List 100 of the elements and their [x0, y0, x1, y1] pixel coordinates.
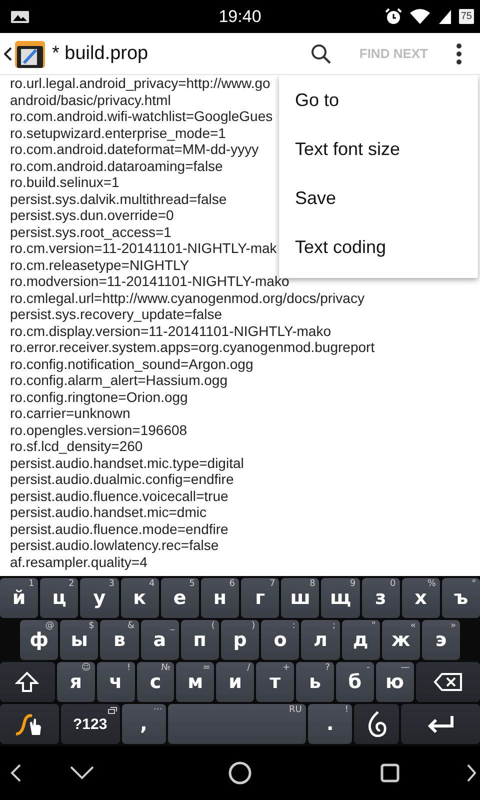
home-icon[interactable]: [228, 761, 252, 785]
key-hint: +: [282, 663, 290, 673]
keyboard-key[interactable]: с №: [136, 662, 174, 702]
keyboard-key[interactable]: ц 2: [40, 578, 78, 618]
key-hint: -: [366, 663, 370, 673]
wifi-icon: [408, 8, 431, 25]
key-hint: %: [427, 579, 436, 589]
keyboard-key[interactable]: ы $: [60, 620, 98, 660]
keyboard-key[interactable]: з 0: [362, 578, 400, 618]
key-hint: =: [202, 663, 210, 673]
recents-icon[interactable]: [380, 763, 400, 783]
keyboard-key[interactable]: ч !: [96, 662, 135, 702]
text-line: ro.opengles.version=196608: [10, 422, 188, 438]
keyboard-key[interactable]: е 5: [160, 578, 199, 618]
text-line: ro.config.ringtone=Orion.ogg: [10, 388, 188, 405]
key-hint: 6: [229, 579, 236, 589]
text-line: ro.carrier=unknown: [10, 405, 130, 422]
text-line: ro.setupwizard.enterprise_mode=1: [10, 124, 226, 141]
clock-time: 19:40: [218, 6, 262, 26]
chevron-down-icon[interactable]: [70, 766, 94, 780]
swipe-key[interactable]: [0, 704, 59, 744]
key-hint: (: [211, 621, 215, 631]
keyboard-key[interactable]: у 3: [80, 578, 119, 618]
image-icon: [10, 10, 30, 24]
text-line: ro.config.notification_sound=Argon.ogg: [10, 356, 254, 372]
file-title: * build.prop: [52, 42, 148, 64]
comma-key[interactable]: , ···: [122, 704, 166, 744]
key-hint: ☺: [81, 663, 91, 673]
key-hint: »: [450, 621, 456, 631]
menu-item[interactable]: Text font size: [279, 125, 478, 174]
keyboard-key[interactable]: т +: [256, 662, 294, 702]
text-line: android/basic/privacy.html: [10, 92, 171, 108]
keyboard-key[interactable]: б -: [336, 662, 374, 702]
key-hint: ;: [332, 621, 336, 631]
keyboard-key[interactable]: г 7: [241, 578, 280, 618]
key-hint: °: [472, 579, 476, 589]
key-hint: /: [247, 663, 250, 673]
period-key[interactable]: . !: [308, 704, 352, 744]
menu-item[interactable]: Text coding: [279, 223, 478, 272]
key-hint: !: [344, 705, 348, 715]
symbols-key[interactable]: ?123: [60, 704, 120, 744]
keyboard-key[interactable]: а _: [140, 620, 179, 660]
keyboard-key[interactable]: щ 9: [321, 578, 360, 618]
keyboard-key[interactable]: м =: [176, 662, 214, 702]
key-hint: ): [252, 621, 256, 631]
keyboard-key[interactable]: п (: [180, 620, 219, 660]
keyboard-key[interactable]: ю —: [376, 662, 414, 702]
text-line: ro.com.android.wifi-watchlist=GoogleGues: [10, 108, 273, 124]
text-line: persist.audio.lowlatency.rec=false: [10, 537, 219, 554]
enter-key[interactable]: [401, 704, 480, 744]
keyboard-key[interactable]: о :: [261, 620, 300, 660]
key-hint: 1: [28, 579, 34, 589]
keyboard-key[interactable]: р ): [220, 620, 260, 660]
key-hint: 2: [68, 579, 74, 589]
key-hint: №: [161, 663, 170, 673]
key-hint: &: [128, 621, 135, 631]
alarm-clock-icon: [384, 8, 402, 25]
text-line: ro.com.android.dataroaming=false: [10, 158, 223, 174]
key-hint: 4: [148, 579, 155, 589]
keyboard-key[interactable]: н 6: [200, 578, 240, 618]
key-hint: @: [45, 621, 54, 631]
menu-item[interactable]: Go to: [279, 76, 478, 125]
text-line: af.resampler.quality=4: [10, 554, 148, 570]
back-icon[interactable]: [10, 764, 22, 782]
text-line: ro.url.legal.android_privacy=http://www.go: [10, 75, 270, 92]
keyboard-key[interactable]: ш 8: [281, 578, 320, 618]
key-hint: $: [88, 621, 94, 631]
key-hint: 3: [108, 579, 115, 589]
keyboard-key[interactable]: я ☺: [56, 662, 95, 702]
voice-key[interactable]: [354, 704, 399, 744]
keyboard-key[interactable]: к 4: [120, 578, 159, 618]
keyboard-key[interactable]: ж «: [382, 620, 420, 660]
menu-item[interactable]: Save: [279, 174, 478, 223]
shift-arrow-icon: [15, 671, 40, 693]
text-line: persist.audio.dualmic.config=endfire: [10, 471, 234, 488]
shift-key[interactable]: [0, 662, 55, 702]
text-line: persist.audio.fluence.mode=endfire: [10, 520, 228, 537]
search-icon[interactable]: [311, 44, 332, 64]
keyboard-key[interactable]: д ": [342, 620, 380, 660]
keyboard-key[interactable]: ъ °: [442, 578, 480, 618]
keyboard-key[interactable]: ф @: [20, 620, 58, 660]
back-chevron-icon[interactable]: [4, 46, 12, 60]
keyboard-key[interactable]: х %: [402, 578, 440, 618]
text-line: ro.config.alarm_alert=Hassium.ogg: [10, 372, 228, 388]
keyboard-key[interactable]: й 1: [0, 578, 38, 618]
keyboard-key[interactable]: э »: [422, 620, 460, 660]
space-bar[interactable]: RU: [168, 704, 306, 744]
forward-icon[interactable]: [466, 764, 476, 782]
enter-arrow-icon: [426, 714, 456, 734]
signal-icon: [438, 8, 452, 25]
overflow-menu-icon[interactable]: [456, 42, 462, 64]
keyboard-key[interactable]: в &: [100, 620, 139, 660]
text-line: ro.cm.releasetype=NIGHTLY: [10, 256, 190, 273]
text-line: ro.build.selinux=1: [10, 174, 120, 190]
keyboard-key[interactable]: и /: [216, 662, 254, 702]
keyboard-key[interactable]: ь ?: [296, 662, 334, 702]
keyboard-key[interactable]: л ;: [301, 620, 340, 660]
text-line: ro.com.android.dateformat=MM-dd-yyyy: [10, 141, 259, 158]
backspace-key[interactable]: [416, 662, 480, 702]
text-line: ro.error.receiver.system.apps=org.cyanogenmod.bugreport: [10, 339, 375, 356]
